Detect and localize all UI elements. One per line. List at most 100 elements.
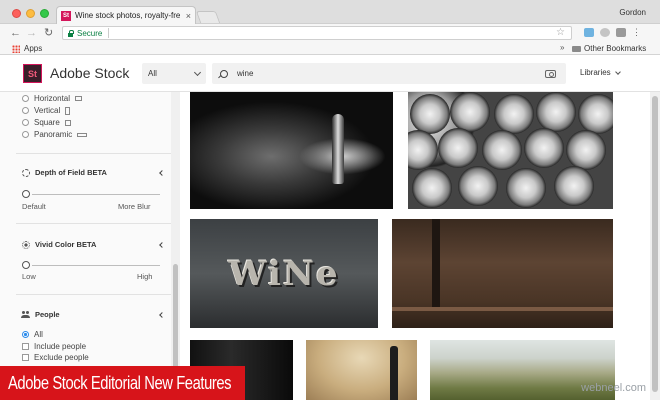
option-label: Panoramic (34, 130, 73, 139)
chevron-left-icon[interactable] (159, 311, 165, 318)
result-image[interactable] (306, 340, 417, 400)
slider-min-label: Default (22, 202, 46, 211)
vivid-color-slider[interactable] (32, 265, 160, 266)
tab-title: Wine stock photos, royalty-fre (75, 11, 181, 20)
section-divider (16, 223, 171, 224)
bookmarks-bar: Apps » Other Bookmarks (0, 42, 660, 55)
radio-button[interactable] (22, 331, 29, 338)
result-image[interactable]: WiNe (190, 219, 378, 328)
panoramic-icon (77, 132, 88, 137)
sidebar-scrollbar[interactable] (171, 92, 180, 400)
feature-banner: Adobe Stock Editorial New Features (0, 366, 245, 400)
slider-max-label: More Blur (118, 202, 151, 211)
radio-button[interactable] (22, 95, 29, 102)
depth-of-field-header[interactable]: Depth of Field BETA (22, 168, 165, 177)
filter-sidebar: Horizontal Vertical Square Panoramic Dep… (0, 92, 180, 400)
option-label: Include people (34, 342, 87, 351)
option-label: Exclude people (34, 353, 89, 362)
horizontal-icon (75, 96, 83, 101)
section-title: People (35, 310, 60, 319)
result-image[interactable] (408, 92, 613, 209)
extension-icons: ⋮ (584, 28, 641, 37)
browser-menu-icon[interactable]: ⋮ (632, 28, 641, 37)
people-header[interactable]: People (21, 310, 165, 319)
vertical-icon (65, 106, 71, 115)
people-option-exclude[interactable]: Exclude people (22, 353, 89, 362)
depth-of-field-slider[interactable] (32, 194, 160, 195)
depth-of-field-slider-thumb[interactable] (22, 190, 30, 198)
letterpress-text: WiNe (228, 253, 340, 294)
adobe-stock-favicon-icon: St (61, 10, 71, 21)
extension-icon[interactable] (600, 28, 610, 37)
tab-close-icon[interactable]: × (186, 11, 191, 21)
asset-type-value: All (148, 69, 157, 78)
extension-icon[interactable] (584, 28, 594, 37)
new-tab-button[interactable] (195, 11, 221, 23)
section-divider (16, 153, 171, 154)
back-arrow-icon[interactable]: ← (10, 27, 21, 39)
watermark: webneel.com (581, 382, 646, 394)
forward-arrow-icon[interactable]: → (26, 27, 37, 39)
orientation-option[interactable]: Panoramic (22, 130, 88, 139)
apps-grid-icon[interactable] (12, 45, 20, 53)
search-box[interactable] (212, 63, 566, 84)
reload-icon[interactable]: ↻ (44, 27, 53, 39)
orientation-option[interactable]: Square (22, 118, 71, 127)
chevron-left-icon[interactable] (159, 169, 165, 176)
visual-search-camera-icon[interactable] (545, 70, 556, 78)
adobe-stock-logo[interactable]: St (23, 64, 42, 83)
section-divider (16, 294, 171, 295)
result-image[interactable] (190, 92, 393, 209)
search-icon (220, 69, 228, 78)
people-option-include[interactable]: Include people (22, 342, 86, 351)
option-label: Square (34, 118, 60, 127)
result-image[interactable] (392, 219, 613, 328)
libraries-label: Libraries (580, 68, 611, 77)
radio-button[interactable] (22, 107, 29, 114)
orientation-option[interactable]: Horizontal (22, 94, 83, 103)
libraries-dropdown[interactable]: Libraries (580, 68, 621, 77)
asset-type-select[interactable]: All (142, 63, 206, 84)
checkbox[interactable] (22, 343, 29, 350)
option-label: Vertical (34, 106, 61, 115)
omnibox-divider (108, 28, 110, 38)
page-scroll-thumb[interactable] (652, 96, 658, 392)
section-title: Vivid Color BETA (35, 240, 97, 249)
extension-icon[interactable] (616, 28, 626, 37)
apps-bookmark[interactable]: Apps (24, 44, 42, 53)
maximize-window-button[interactable] (40, 9, 49, 18)
other-bookmarks[interactable]: Other Bookmarks (584, 44, 646, 53)
search-input[interactable] (237, 69, 558, 78)
slider-min-label: Low (22, 272, 36, 281)
bookmarks-overflow-icon[interactable]: » (560, 43, 564, 52)
browser-titlebar: St Wine stock photos, royalty-fre × Gord… (0, 0, 660, 24)
minimize-window-button[interactable] (26, 9, 35, 18)
folder-icon (572, 46, 581, 52)
square-icon (64, 119, 71, 126)
vivid-color-header[interactable]: Vivid Color BETA (22, 240, 165, 249)
option-label: Horizontal (34, 94, 71, 103)
close-window-button[interactable] (12, 9, 21, 18)
address-bar[interactable]: Secure ☆ (62, 26, 572, 40)
vivid-color-slider-thumb[interactable] (22, 261, 30, 269)
vivid-color-icon (22, 240, 30, 249)
checkbox[interactable] (22, 354, 29, 361)
browser-tab[interactable]: St Wine stock photos, royalty-fre × (56, 6, 196, 24)
search-results-grid: WiNe (180, 92, 650, 400)
secure-label: Secure (77, 28, 103, 38)
people-option-all[interactable]: All (22, 330, 43, 339)
radio-button[interactable] (22, 119, 29, 126)
profile-name[interactable]: Gordon (619, 8, 646, 17)
banner-text: Adobe Stock Editorial New Features (8, 372, 232, 393)
bookmark-star-icon[interactable]: ☆ (556, 27, 565, 38)
brand-name[interactable]: Adobe Stock (50, 65, 129, 81)
radio-button[interactable] (22, 131, 29, 138)
browser-toolbar: ← → ↻ Secure ☆ ⋮ (0, 24, 660, 42)
chevron-left-icon[interactable] (159, 241, 165, 248)
orientation-option[interactable]: Vertical (22, 106, 71, 115)
depth-of-field-icon (22, 168, 30, 177)
chevron-down-icon (193, 68, 202, 76)
sidebar-scroll-thumb[interactable] (173, 264, 178, 374)
section-title: Depth of Field BETA (35, 168, 107, 177)
page-scrollbar[interactable] (650, 92, 660, 400)
